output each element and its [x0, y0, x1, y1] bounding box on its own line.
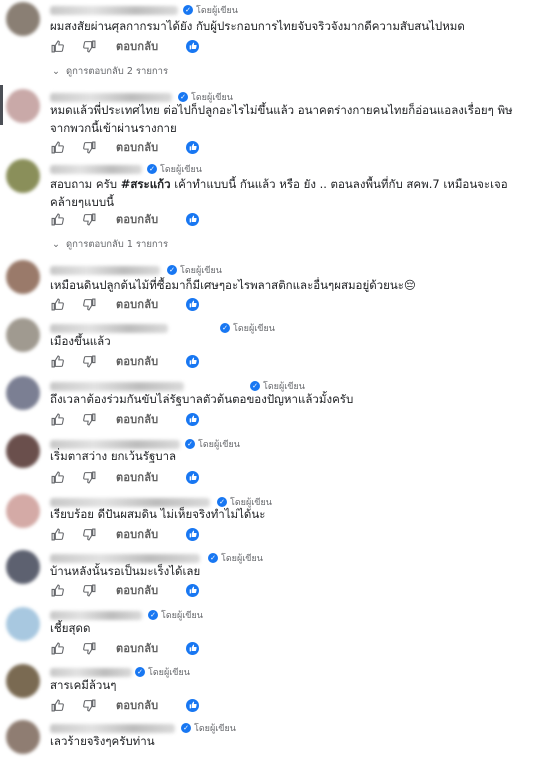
- avatar[interactable]: [6, 260, 40, 294]
- comment-actions: ตอบกลับ: [50, 295, 200, 313]
- reply-button[interactable]: ตอบกลับ: [116, 525, 158, 543]
- avatar[interactable]: [6, 376, 40, 410]
- thumbs-down-icon[interactable]: [82, 470, 96, 484]
- chevron-down-icon: ⌄: [52, 66, 60, 77]
- reply-button[interactable]: ตอบกลับ: [116, 352, 158, 370]
- avatar[interactable]: [6, 434, 40, 468]
- check-icon: ✓: [167, 265, 177, 275]
- thumbs-up-icon[interactable]: [50, 583, 64, 597]
- like-reaction-icon: [186, 212, 200, 226]
- avatar[interactable]: [6, 318, 40, 352]
- comment-text: เริ่มตาสว่าง ยกเว้นรัฐบาล: [50, 449, 177, 463]
- comment-text: เมืองขึ้นแล้ว: [50, 334, 111, 348]
- thumbs-down-icon[interactable]: [82, 527, 96, 541]
- comment-text: สอบถาม ครับ #สระแก้ว เค้าทำแบบนี้ กันแล้…: [50, 177, 508, 209]
- thumbs-up-icon[interactable]: [50, 354, 64, 368]
- comment-text: เลวร้ายจริงๆครับท่าน: [50, 734, 155, 748]
- avatar[interactable]: [6, 720, 40, 754]
- thumbs-up-icon[interactable]: [50, 297, 64, 311]
- avatar[interactable]: [6, 2, 40, 36]
- reply-button[interactable]: ตอบกลับ: [116, 37, 158, 55]
- like-reaction-icon: [186, 641, 200, 655]
- author-badge: ✓ โดยผู้เขียน: [183, 3, 238, 17]
- thumbs-up-icon[interactable]: [50, 641, 64, 655]
- author-badge: ✓ โดยผู้เขียน: [147, 162, 202, 176]
- thumbs-down-icon[interactable]: [82, 641, 96, 655]
- like-reaction-icon: [186, 412, 200, 426]
- thumbs-up-icon[interactable]: [50, 470, 64, 484]
- reply-button[interactable]: ตอบกลับ: [116, 581, 158, 599]
- view-replies-button[interactable]: ⌄ ดูการตอบกลับ 1 รายการ: [52, 237, 168, 252]
- thumbs-down-icon[interactable]: [82, 354, 96, 368]
- comment-actions: ตอบกลับ: [50, 581, 200, 599]
- comment-actions: ตอบกลับ: [50, 410, 200, 428]
- comment-actions: ตอบกลับ: [50, 210, 200, 228]
- thumbs-down-icon[interactable]: [82, 698, 96, 712]
- reply-button[interactable]: ตอบกลับ: [116, 696, 158, 714]
- thumbs-up-icon[interactable]: [50, 140, 64, 154]
- avatar[interactable]: [6, 159, 40, 193]
- comment-actions: ตอบกลับ: [50, 525, 200, 543]
- reply-button[interactable]: ตอบกลับ: [116, 410, 158, 428]
- like-reaction-icon: [186, 698, 200, 712]
- author-name[interactable]: [50, 6, 178, 15]
- thumbs-down-icon[interactable]: [82, 583, 96, 597]
- avatar[interactable]: [6, 664, 40, 698]
- check-icon: ✓: [183, 5, 193, 15]
- comment-actions: ตอบกลับ: [50, 37, 200, 55]
- check-icon: ✓: [147, 164, 157, 174]
- comment-actions: ตอบกลับ: [50, 468, 200, 486]
- avatar[interactable]: [6, 550, 40, 584]
- like-reaction-icon: [186, 39, 200, 53]
- comment-text: บ้านหลังนั้นรอเป็นมะเร็งได้เลย: [50, 564, 201, 578]
- comment-actions: ตอบกลับ: [50, 639, 200, 657]
- avatar[interactable]: [6, 494, 40, 528]
- chevron-down-icon: ⌄: [52, 239, 60, 250]
- comment-text: เรียบร้อย ดีปันผสมดิน ไม่เห็ยจริงทำไม่ได…: [50, 507, 266, 521]
- comment-text: ผมสงสัยผ่านศุลกากรมาได้ยัง กับผู้ประกอบก…: [50, 19, 465, 33]
- author-name[interactable]: [50, 266, 160, 275]
- comment-text: สารเคมีล้วนๆ: [50, 678, 117, 692]
- thumbs-up-icon[interactable]: [50, 412, 64, 426]
- author-name[interactable]: [50, 165, 142, 174]
- like-reaction-icon: [186, 470, 200, 484]
- reply-button[interactable]: ตอบกลับ: [116, 138, 158, 156]
- view-replies-button[interactable]: ⌄ ดูการตอบกลับ 2 รายการ: [52, 64, 168, 79]
- like-reaction-icon: [186, 354, 200, 368]
- avatar[interactable]: [6, 607, 40, 641]
- like-reaction-icon: [186, 583, 200, 597]
- like-reaction-icon: [186, 140, 200, 154]
- reply-button[interactable]: ตอบกลับ: [116, 295, 158, 313]
- reply-button[interactable]: ตอบกลับ: [116, 210, 158, 228]
- comment-actions: ตอบกลับ: [50, 696, 200, 714]
- comment-actions: ตอบกลับ: [50, 138, 200, 156]
- thumbs-up-icon[interactable]: [50, 527, 64, 541]
- author-badge: ✓ โดยผู้เขียน: [167, 263, 222, 277]
- thread-indicator-bar: [0, 85, 3, 125]
- comment-text: หมดแล้วพี่ประเทศไทย ต่อไปก็ปลูกอะไรไม่ขึ…: [50, 103, 513, 135]
- thumbs-down-icon[interactable]: [82, 39, 96, 53]
- thumbs-up-icon[interactable]: [50, 212, 64, 226]
- comment-text: ถึงเวลาต้องร่วมกันขับไล่รัฐบาลตัวต้นตอขอ…: [50, 392, 354, 406]
- thumbs-up-icon[interactable]: [50, 698, 64, 712]
- comment-text: เหมือนดินปลูกต้นไม้ที่ซื้อมาก็มีเศษๆอะไร…: [50, 278, 416, 292]
- avatar[interactable]: [6, 89, 40, 123]
- reply-button[interactable]: ตอบกลับ: [116, 468, 158, 486]
- thumbs-down-icon[interactable]: [82, 412, 96, 426]
- thumbs-down-icon[interactable]: [82, 140, 96, 154]
- thumbs-up-icon[interactable]: [50, 39, 64, 53]
- thumbs-down-icon[interactable]: [82, 212, 96, 226]
- comment-text: เชี้ยสุดด: [50, 621, 91, 635]
- thumbs-down-icon[interactable]: [82, 297, 96, 311]
- comment-actions: ตอบกลับ: [50, 352, 200, 370]
- like-reaction-icon: [186, 297, 200, 311]
- hashtag-link[interactable]: #สระแก้ว: [121, 177, 171, 191]
- like-reaction-icon: [186, 527, 200, 541]
- reply-button[interactable]: ตอบกลับ: [116, 639, 158, 657]
